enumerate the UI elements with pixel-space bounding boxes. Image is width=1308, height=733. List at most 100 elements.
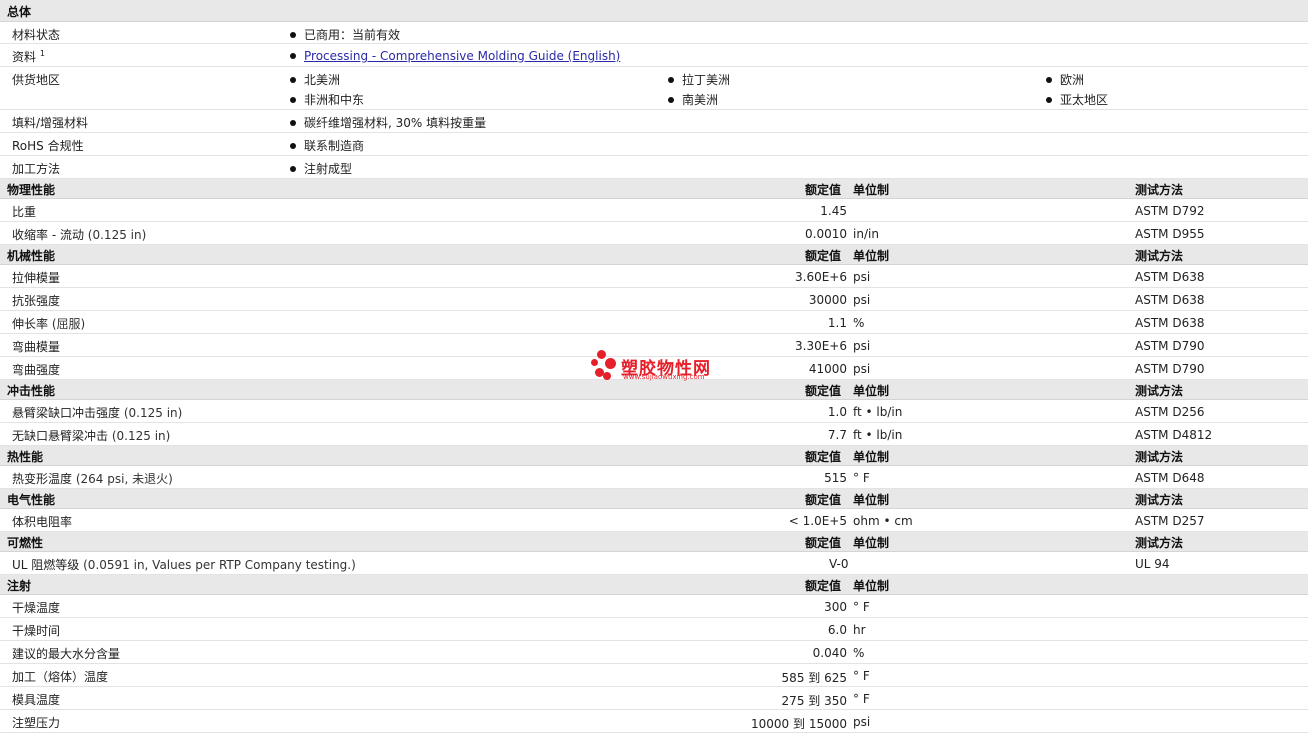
- property-name-text: 体积电阻率: [12, 515, 73, 529]
- value-header: 额定值: [805, 493, 842, 507]
- property-name-text: 比重: [12, 205, 37, 219]
- property-name: UL 阻燃等级 (0.0591 in, Values per RTP Compa…: [12, 556, 356, 573]
- property-name-text: 弯曲模量: [12, 340, 61, 354]
- property-name: 建议的最大水分含量: [12, 645, 120, 662]
- property-name-text: 干燥时间: [12, 624, 61, 638]
- property-condition: (屈服): [51, 317, 86, 331]
- property-name: 收缩率 - 流动 (0.125 in): [12, 226, 146, 243]
- test-method-header: 测试方法: [1135, 183, 1184, 197]
- property-value: V-0: [829, 557, 849, 571]
- bullet-icon: [668, 96, 674, 103]
- property-value: 3.60E+6: [795, 270, 847, 284]
- region-item: 欧洲: [1046, 71, 1084, 88]
- property-name: 干燥温度: [12, 599, 60, 616]
- bullet-icon: [290, 119, 296, 126]
- property-name: 比重: [12, 203, 36, 220]
- section-title: 电气性能: [7, 493, 56, 507]
- bullet-icon: [290, 31, 296, 38]
- property-name: 无缺口悬臂梁冲击 (0.125 in): [12, 427, 170, 444]
- processing-guide-link[interactable]: Processing - Comprehensive Molding Guide…: [304, 49, 620, 63]
- section-header: 物理性能 额定值 单位制 测试方法: [0, 179, 1308, 199]
- property-condition: (0.0591 in, Values per RTP Company testi…: [83, 558, 356, 572]
- unit-header: 单位制: [853, 450, 890, 464]
- region-text: 非洲和中东: [304, 93, 365, 107]
- region-text: 亚太地区: [1060, 93, 1109, 107]
- property-row: UL 阻燃等级 (0.0591 in, Values per RTP Compa…: [0, 552, 1308, 575]
- logo-dot: [591, 359, 598, 366]
- property-test-method: ASTM D638: [1135, 316, 1205, 330]
- property-name-text: 收缩率 - 流动: [12, 228, 84, 242]
- property-row: 注塑压力 10000 到 15000 psi: [0, 710, 1308, 733]
- property-name: 注塑压力: [12, 714, 60, 731]
- rohs-label: RoHS 合规性: [12, 139, 84, 153]
- value-header: 额定值: [805, 249, 842, 263]
- property-test-method: ASTM D790: [1135, 339, 1205, 353]
- property-condition: (264 psi, 未退火): [75, 472, 173, 486]
- section-title: 可燃性: [7, 536, 44, 550]
- docs-footnote: 1: [39, 49, 45, 58]
- property-row: 拉伸模量 3.60E+6 psi ASTM D638: [0, 265, 1308, 288]
- process-label: 加工方法: [12, 162, 61, 176]
- unit-header: 单位制: [853, 536, 890, 550]
- docs-value: Processing - Comprehensive Molding Guide…: [290, 49, 620, 63]
- docs-label-text: 资料: [12, 50, 37, 64]
- watermark-logo: 塑胶物性网 www.sujiaowuxing.com: [591, 350, 731, 386]
- property-unit: ft • lb/in: [853, 428, 903, 442]
- property-test-method: ASTM D638: [1135, 270, 1205, 284]
- bullet-icon: [1046, 76, 1052, 83]
- value-header: 额定值: [805, 450, 842, 464]
- property-row: 无缺口悬臂梁冲击 (0.125 in) 7.7 ft • lb/in ASTM D48…: [0, 423, 1308, 446]
- section-title: 冲击性能: [7, 384, 56, 398]
- regions-label: 供货地区: [12, 73, 61, 87]
- property-row: 模具温度 275 到 350 ° F: [0, 687, 1308, 710]
- property-name-text: UL 阻燃等级: [12, 558, 80, 572]
- property-row: 干燥温度 300 ° F: [0, 595, 1308, 618]
- value-header: 额定值: [805, 384, 842, 398]
- property-test-method: ASTM D638: [1135, 293, 1205, 307]
- property-name-text: 悬臂梁缺口冲击强度: [12, 406, 121, 420]
- test-method-header: 测试方法: [1135, 450, 1184, 464]
- property-name-text: 注塑压力: [12, 716, 61, 730]
- row-rohs: RoHS 合规性 联系制造商: [0, 133, 1308, 156]
- property-unit: ° F: [853, 692, 870, 706]
- region-text: 欧洲: [1060, 73, 1085, 87]
- row-processing-method: 加工方法 注射成型: [0, 156, 1308, 179]
- property-row: 体积电阻率 < 1.0E+5 ohm • cm ASTM D257: [0, 509, 1308, 532]
- section-header-general: 总体: [0, 0, 1308, 22]
- section-title: 总体: [7, 5, 32, 19]
- property-name-text: 热变形温度: [12, 472, 73, 486]
- region-text: 南美洲: [682, 93, 719, 107]
- region-item: 南美洲: [668, 91, 718, 108]
- datasheet: 总体 材料状态 已商用：当前有效 资料 1 Processing - Compr…: [0, 0, 1308, 733]
- property-test-method: UL 94: [1135, 557, 1170, 571]
- property-value: 515: [824, 471, 847, 485]
- test-method-header: 测试方法: [1135, 536, 1184, 550]
- property-value: 1.1: [827, 316, 847, 330]
- unit-header: 单位制: [853, 249, 890, 263]
- section-title: 注射: [7, 579, 32, 593]
- property-unit: in/in: [853, 227, 879, 241]
- row-material-status: 材料状态 已商用：当前有效: [0, 22, 1308, 44]
- property-unit: hr: [853, 623, 866, 637]
- unit-header: 单位制: [853, 183, 890, 197]
- property-row: 热变形温度 (264 psi, 未退火) 515 ° F ASTM D648: [0, 466, 1308, 489]
- region-item: 北美洲: [290, 71, 340, 88]
- property-unit: ° F: [853, 669, 870, 683]
- section-title: 机械性能: [7, 249, 56, 263]
- property-test-method: ASTM D790: [1135, 362, 1205, 376]
- property-name: 热变形温度 (264 psi, 未退火): [12, 470, 173, 487]
- bullet-icon: [1046, 96, 1052, 103]
- property-name-text: 抗张强度: [12, 294, 61, 308]
- logo-dot: [605, 358, 616, 369]
- property-unit: psi: [853, 715, 871, 729]
- docs-label: 资料 1: [12, 48, 45, 65]
- property-value: 30000: [808, 293, 847, 307]
- property-row: 伸长率 (屈服) 1.1% ASTM D638: [0, 311, 1308, 334]
- property-value: 585 到 625: [781, 671, 847, 685]
- test-method-header: 测试方法: [1135, 384, 1184, 398]
- property-condition: (0.125 in): [111, 429, 171, 443]
- property-unit: %: [853, 646, 865, 660]
- property-unit: psi: [853, 339, 871, 353]
- region-text: 拉丁美洲: [682, 73, 731, 87]
- region-item: 亚太地区: [1046, 91, 1108, 108]
